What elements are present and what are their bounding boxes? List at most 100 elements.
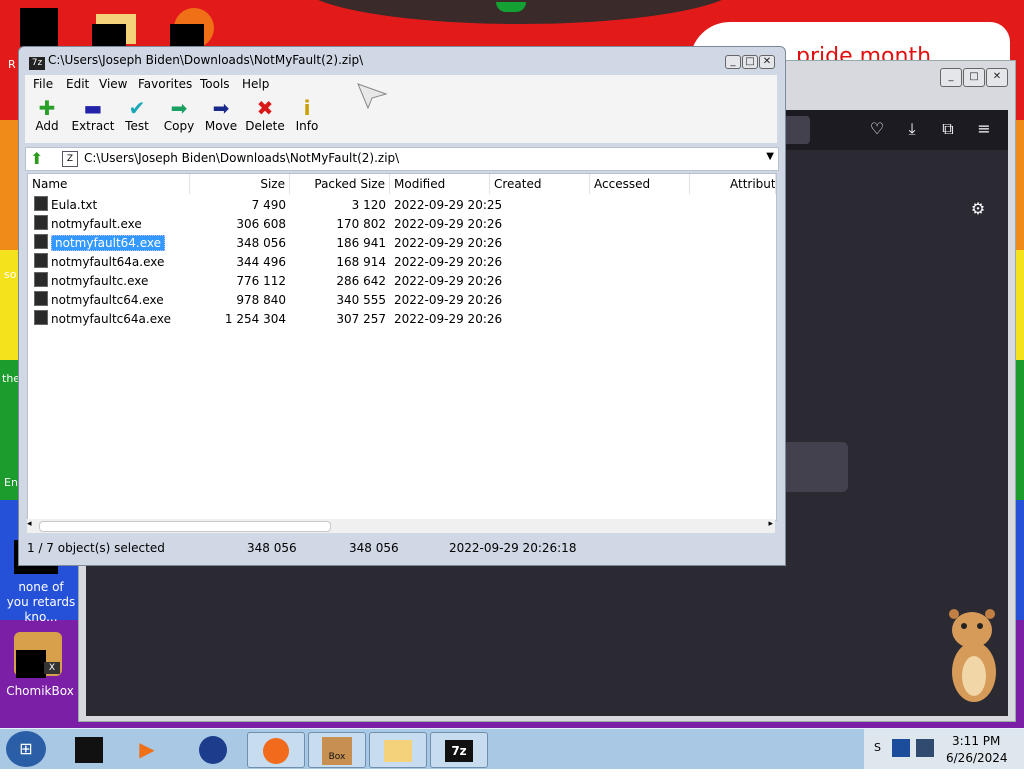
file-packed-size: 3 120 [351, 198, 386, 212]
chomikbox-icon[interactable]: X [14, 632, 62, 678]
column-header-attributes[interactable]: Attributes [690, 174, 776, 194]
table-row[interactable]: notmyfaultc.exe 776 112 286 642 2022-09-29 … [28, 272, 776, 291]
taskbar-globe[interactable] [194, 732, 232, 766]
desktop-icon-1[interactable] [20, 8, 58, 50]
download-icon[interactable]: ⤓ [900, 119, 924, 139]
file-name: notmyfaultc.exe [51, 274, 149, 288]
file-packed-size: 170 802 [336, 217, 386, 231]
desktop-icon-2[interactable] [92, 14, 138, 54]
clock-date[interactable]: 6/26/2024 [946, 751, 1008, 765]
column-header-created[interactable]: Created [490, 174, 590, 194]
column-header-packed-size[interactable]: Packed Size [290, 174, 390, 194]
desktop-icon-none-of-you-label[interactable]: none of you retards kno... [6, 580, 76, 625]
menu-bar: File Edit View Favorites Tools Help [25, 75, 777, 93]
desktop-label-fragment: En [4, 476, 18, 489]
pocket-icon[interactable]: ♡ [865, 119, 889, 138]
menu-tools[interactable]: Tools [200, 77, 230, 91]
extensions-icon[interactable]: ⧉ [936, 119, 960, 139]
menu-edit[interactable]: Edit [66, 77, 89, 91]
table-row[interactable]: notmyfaultc64a.exe 1 254 304 307 257 2022-0… [28, 310, 776, 329]
file-name: notmyfault64a.exe [51, 255, 165, 269]
clock-time[interactable]: 3:11 PM [952, 734, 1000, 748]
file-list[interactable]: Name Size Packed Size Modified Created A… [27, 173, 777, 521]
menu-icon[interactable]: ≡ [972, 119, 996, 138]
status-modified: 2022-09-29 20:26:18 [449, 541, 577, 555]
column-header-size[interactable]: Size [190, 174, 290, 194]
start-button[interactable]: ⊞ [6, 731, 46, 767]
file-name-cell: notmyfault64a.exe [34, 253, 164, 272]
plus-icon: ✚ [38, 96, 56, 120]
close-button[interactable]: ✕ [759, 55, 775, 69]
taskbar-media-player[interactable]: ▶ [128, 732, 166, 766]
file-packed-size: 286 642 [336, 274, 386, 288]
taskbar-firefox[interactable] [247, 732, 305, 768]
browser-maximize-button[interactable]: □ [963, 68, 985, 87]
file-modified: 2022-09-29 20:26 [394, 274, 503, 288]
extract-button[interactable]: ▬ Extract [69, 97, 117, 133]
file-name-cell: notmyfault64.exe [34, 234, 166, 253]
menu-favorites[interactable]: Favorites [138, 77, 192, 91]
browser-minimize-button[interactable]: _ [940, 68, 962, 87]
table-row[interactable]: Eula.txt 7 490 3 120 2022-09-29 20:25 [28, 196, 776, 215]
chomikbox-label[interactable]: ChomikBox [4, 684, 76, 698]
taskbar-chomikbox[interactable]: Box [308, 732, 366, 768]
taskbar-app-black[interactable] [70, 732, 108, 766]
desktop-icon-3[interactable] [170, 8, 218, 54]
toolbar: ✚ Add ▬ Extract ✔ Test ➡ Copy ➡ Move ✖ Delete … [25, 93, 777, 143]
file-name-cell: notmyfaultc64.exe [34, 291, 164, 310]
taskbar-explorer[interactable] [369, 732, 427, 768]
address-bar[interactable]: ⬆ Z C:\Users\Joseph Biden\Downloads\NotM… [25, 147, 779, 171]
add-button[interactable]: ✚ Add [27, 97, 67, 133]
file-modified: 2022-09-29 20:26 [394, 236, 503, 250]
gear-icon[interactable]: ⚙ [966, 199, 990, 218]
minimize-button[interactable]: _ [725, 55, 741, 69]
browser-url-bar[interactable] [782, 116, 810, 144]
tray-fragment: S [874, 741, 881, 754]
file-packed-size: 186 941 [336, 236, 386, 250]
test-button[interactable]: ✔ Test [117, 97, 157, 133]
scroll-left-icon[interactable]: ◂ [27, 519, 32, 529]
file-size: 1 254 304 [224, 312, 286, 326]
horizontal-scrollbar[interactable]: ◂ ▸ [27, 519, 775, 533]
browser-close-button[interactable]: ✕ [986, 68, 1008, 87]
move-button[interactable]: ➡ Move [201, 97, 241, 133]
file-name-cell: notmyfault.exe [34, 215, 142, 234]
delete-button[interactable]: ✖ Delete [243, 97, 287, 133]
table-row[interactable]: notmyfault64a.exe 344 496 168 914 2022-09-2… [28, 253, 776, 272]
sevenzip-window[interactable]: 7z C:\Users\Joseph Biden\Downloads\NotMyF… [18, 46, 786, 566]
taskbar-sevenzip[interactable]: 7z [430, 732, 488, 768]
scrollbar-thumb[interactable] [39, 521, 331, 532]
file-modified: 2022-09-29 20:25 [394, 198, 503, 212]
table-row[interactable]: notmyfault.exe 306 608 170 802 2022-09-29 2… [28, 215, 776, 234]
cursor-icon [357, 83, 388, 110]
copy-button[interactable]: ➡ Copy [159, 97, 199, 133]
folder-icon [384, 739, 412, 762]
firefox-icon [263, 737, 289, 764]
info-icon: i [303, 96, 311, 120]
maximize-button[interactable]: □ [742, 55, 758, 69]
scroll-right-icon[interactable]: ▸ [768, 519, 773, 529]
chevron-down-icon[interactable]: ▼ [766, 151, 774, 162]
file-modified: 2022-09-29 20:26 [394, 312, 503, 326]
table-row[interactable]: notmyfault64.exe 348 056 186 941 2022-09-29… [28, 234, 776, 253]
up-folder-icon[interactable]: ⬆ [30, 150, 50, 168]
file-size: 7 490 [251, 198, 286, 212]
info-button[interactable]: i Info [287, 97, 327, 133]
table-row[interactable]: notmyfaultc64.exe 978 840 340 555 2022-09-2… [28, 291, 776, 310]
network-icon[interactable] [892, 739, 910, 757]
column-header-modified[interactable]: Modified [390, 174, 490, 194]
file-icon [34, 196, 48, 211]
file-name: notmyfaultc64.exe [51, 293, 164, 307]
menu-file[interactable]: File [33, 77, 53, 91]
volume-icon[interactable] [916, 739, 934, 757]
address-text[interactable]: C:\Users\Joseph Biden\Downloads\NotMyFau… [84, 151, 399, 165]
menu-view[interactable]: View [99, 77, 127, 91]
column-header-name[interactable]: Name [28, 174, 190, 194]
file-packed-size: 340 555 [336, 293, 386, 307]
app-icon [75, 736, 103, 763]
file-size: 348 056 [236, 236, 286, 250]
column-header-accessed[interactable]: Accessed [590, 174, 690, 194]
file-icon [34, 291, 48, 306]
menu-help[interactable]: Help [242, 77, 269, 91]
file-name: notmyfaultc64a.exe [51, 312, 171, 326]
